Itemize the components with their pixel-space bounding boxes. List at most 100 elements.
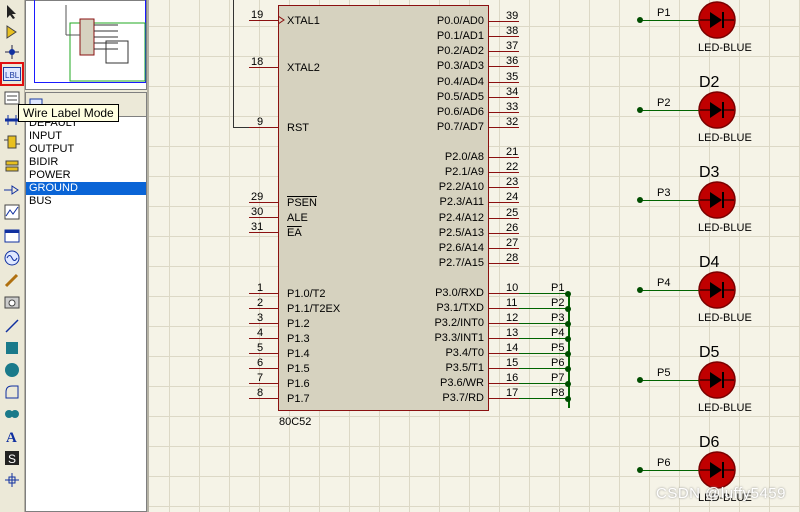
led-net-label[interactable]: P5	[657, 367, 670, 379]
virtual-instruments-mode-button[interactable]	[2, 292, 22, 312]
pin-label: PSEN	[287, 197, 317, 209]
pin-number: 11	[506, 297, 518, 309]
pin-line	[249, 323, 279, 324]
led-symbol-icon[interactable]	[697, 90, 737, 130]
junction-mode-button[interactable]	[2, 42, 22, 62]
pin-label: P3.3/INT1	[434, 332, 484, 344]
wire-label-mode-button[interactable]: LBL	[0, 62, 24, 86]
led-net-label[interactable]: P1	[657, 7, 670, 19]
junction-dot	[565, 351, 571, 357]
component-mode-button[interactable]	[2, 22, 22, 42]
line-mode-button[interactable]	[2, 316, 22, 336]
net-label[interactable]: P6	[551, 357, 564, 369]
picker-item-ground[interactable]: GROUND	[26, 182, 146, 195]
led-symbol-icon[interactable]	[697, 450, 737, 490]
led-symbol-icon[interactable]	[697, 270, 737, 310]
led-symbol-icon[interactable]	[697, 0, 737, 40]
led-net-label[interactable]: P3	[657, 187, 670, 199]
pin-number: 10	[506, 282, 519, 294]
subcircuit-mode-button[interactable]	[2, 132, 22, 152]
led-ref: D2	[699, 74, 720, 91]
junction-dot	[565, 396, 571, 402]
net-label[interactable]: P3	[551, 312, 564, 324]
pin-number: 25	[506, 207, 519, 219]
overview-window[interactable]	[25, 0, 147, 90]
led-wire[interactable]	[640, 110, 700, 111]
led-ref: D6	[699, 434, 720, 451]
wire-end-dot	[637, 287, 643, 293]
pin-number: 31	[251, 221, 264, 233]
led-wire[interactable]	[640, 200, 700, 201]
net-label[interactable]: P2	[551, 297, 564, 309]
reset-wire-vertical	[233, 0, 234, 128]
picker-item-bidir[interactable]: BIDIR	[26, 156, 146, 169]
pin-label: P0.6/AD6	[436, 106, 484, 118]
led-type: LED-BLUE	[698, 42, 752, 54]
generator-mode-button[interactable]	[2, 248, 22, 268]
pin-label: P2.2/A10	[438, 181, 484, 193]
led-wire[interactable]	[640, 20, 700, 21]
pin-number: 1	[257, 282, 264, 294]
marker-mode-button[interactable]	[2, 470, 22, 490]
net-label[interactable]: P5	[551, 342, 564, 354]
overview-thumbnail	[65, 5, 146, 82]
pointer-icon	[7, 5, 16, 19]
picker-item-bus[interactable]: BUS	[26, 195, 146, 208]
pin-number: 38	[506, 25, 519, 37]
text-mode-button[interactable]: A	[2, 426, 22, 446]
pin-number: 17	[506, 387, 519, 399]
probe-icon	[4, 273, 19, 288]
terminal-icon	[5, 160, 19, 172]
pin-number: 21	[506, 146, 519, 158]
led-net-label[interactable]: P6	[657, 457, 670, 469]
symbol-mode-button[interactable]: S	[2, 448, 22, 468]
picker-item-power[interactable]: POWER	[26, 169, 146, 182]
net-label[interactable]: P1	[551, 282, 564, 294]
wire-end-dot	[637, 377, 643, 383]
led-symbol-icon[interactable]	[697, 180, 737, 220]
tape-recorder-mode-button[interactable]	[2, 226, 22, 246]
junction-dot	[565, 381, 571, 387]
net-label[interactable]: P4	[551, 327, 564, 339]
voltage-probe-mode-button[interactable]	[2, 270, 22, 290]
mode-tooltip: Wire Label Mode	[18, 104, 119, 122]
device-pins-mode-button[interactable]	[2, 180, 22, 200]
pin-label: P1.6	[287, 378, 310, 390]
chip-name: 80C52	[279, 416, 312, 428]
led-wire[interactable]	[640, 290, 700, 291]
junction-dot	[565, 321, 571, 327]
arc-mode-button[interactable]	[2, 382, 22, 402]
net-label[interactable]: P8	[551, 387, 564, 399]
arc-icon	[5, 385, 19, 399]
pin-label: P0.7/AD7	[436, 121, 484, 133]
text-script-icon	[4, 91, 20, 105]
pin-number: 30	[251, 206, 264, 218]
svg-text:LBL: LBL	[5, 71, 20, 80]
picker-item-input[interactable]: INPUT	[26, 130, 146, 143]
led-net-label[interactable]: P4	[657, 277, 670, 289]
led-wire[interactable]	[640, 380, 700, 381]
led-type: LED-BLUE	[698, 222, 752, 234]
graph-mode-button[interactable]	[2, 202, 22, 222]
pin-label: P2.4/A12	[438, 212, 484, 224]
pin-label: P2.0/A8	[444, 151, 484, 163]
wire-label-icon: LBL	[3, 67, 21, 81]
pin-number: 35	[506, 71, 519, 83]
box-mode-button[interactable]	[2, 338, 22, 358]
selection-mode-button[interactable]	[2, 2, 22, 22]
junction-dot	[565, 291, 571, 297]
pin-number: 6	[257, 357, 264, 369]
led-symbol-icon[interactable]	[697, 360, 737, 400]
watermark: CSDN @luffy5459	[655, 485, 786, 502]
pin-line	[249, 293, 279, 294]
pin-number: 16	[506, 372, 519, 384]
picker-item-output[interactable]: OUTPUT	[26, 143, 146, 156]
led-net-label[interactable]: P2	[657, 97, 670, 109]
terminals-mode-button[interactable]	[2, 156, 22, 176]
circle-mode-button[interactable]	[2, 360, 22, 380]
net-label[interactable]: P7	[551, 372, 564, 384]
schematic-canvas[interactable]: 80C52 19 XTAL1 18 XTAL2 9 RST 29 PSEN 30…	[149, 0, 800, 512]
path-mode-button[interactable]	[2, 404, 22, 424]
pin-number: 15	[506, 357, 519, 369]
led-wire[interactable]	[640, 470, 700, 471]
